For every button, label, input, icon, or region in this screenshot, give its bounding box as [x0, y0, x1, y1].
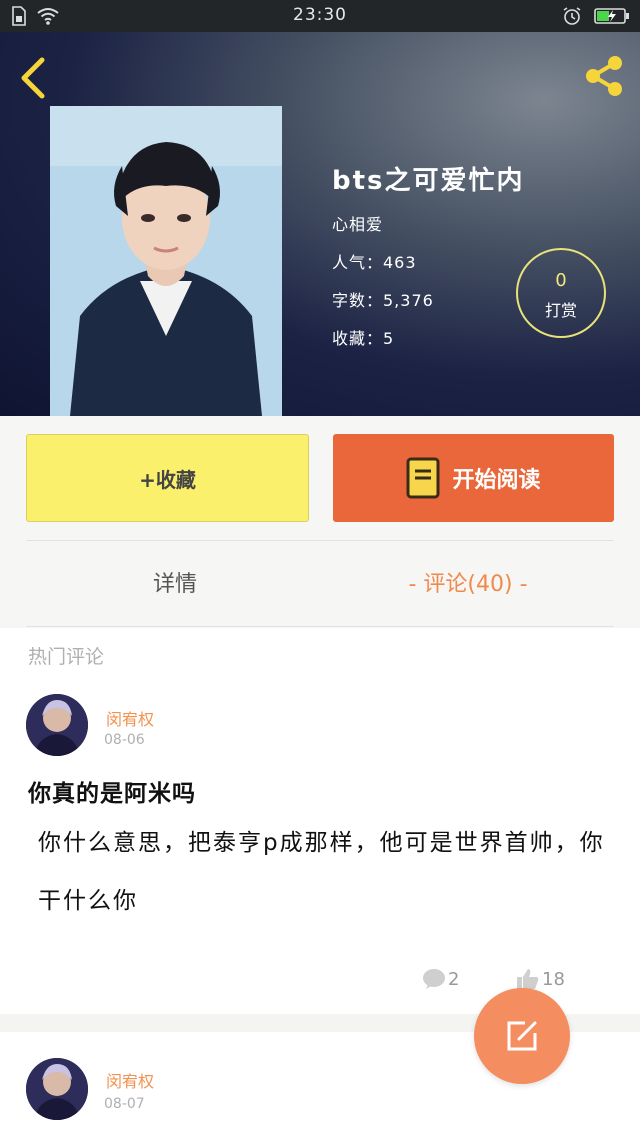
avatar[interactable]	[26, 694, 88, 756]
avatar[interactable]	[26, 1058, 88, 1120]
start-reading-button[interactable]: 开始阅读	[333, 434, 614, 522]
comment-body: 你什么意思，把泰亨p成那样，他可是世界首帅，你干什么你	[38, 830, 605, 914]
tab-comments[interactable]: - 评论(40) -	[372, 566, 564, 598]
reply-count-value: 2	[448, 968, 460, 990]
battery-charging-icon	[594, 8, 629, 24]
status-right-icons	[562, 6, 630, 26]
status-bar: 23:30	[0, 0, 640, 32]
book-favorites: 收藏：5	[332, 329, 395, 348]
comment-username[interactable]: 闵宥权	[106, 706, 154, 730]
avatar-image	[26, 1058, 88, 1120]
book-author[interactable]: 心相爱	[332, 211, 525, 235]
comment-item: 闵宥权 08-06 你真的是阿米吗 你什么意思，把泰亨p成那样，他可是世界首帅，…	[0, 690, 640, 1014]
share-icon	[586, 56, 622, 96]
start-reading-label: 开始阅读	[452, 468, 541, 493]
edit-icon	[507, 1021, 537, 1051]
share-button[interactable]	[580, 52, 628, 100]
collect-button[interactable]: +收藏	[26, 434, 309, 522]
comment-bubble-icon	[423, 969, 445, 989]
cover-portrait	[50, 106, 282, 416]
alarm-clock-icon	[563, 7, 581, 25]
comment-date: 08-06	[104, 732, 145, 748]
avatar-image	[26, 694, 88, 756]
tip-label: 打赏	[544, 301, 577, 320]
write-comment-button[interactable]	[474, 988, 570, 1084]
book-popularity: 人气：463	[332, 253, 417, 272]
tab-details[interactable]: 详情	[100, 566, 250, 598]
actions-area: +收藏 开始阅读 详情 - 评论(40) -	[0, 416, 640, 628]
book-header: bts之可爱忙内 心相爱 人气：463 字数：5,376 收藏：5 0 打赏	[0, 32, 640, 416]
reply-count[interactable]: 2	[422, 968, 459, 990]
divider	[26, 540, 614, 541]
thumbs-up-icon	[517, 969, 539, 989]
like-count-value: 18	[542, 968, 565, 990]
tip-button[interactable]: 0 打赏	[516, 248, 606, 338]
status-time: 23:30	[293, 5, 347, 25]
comment-username[interactable]: 闵宥权	[106, 1068, 154, 1092]
chevron-left-icon	[21, 57, 45, 99]
collect-button-label: +收藏	[139, 467, 196, 492]
tip-count: 0	[555, 270, 567, 291]
hot-comments-heading: 热门评论	[28, 646, 105, 668]
book-icon	[406, 457, 440, 499]
book-title: bts之可爱忙内	[332, 166, 525, 196]
comment-title: 你真的是阿米吗	[28, 781, 196, 807]
book-cover-image[interactable]	[50, 106, 282, 416]
back-button[interactable]	[14, 54, 54, 102]
comment-date: 08-07	[104, 1096, 145, 1112]
divider	[26, 626, 614, 627]
book-info: bts之可爱忙内 心相爱 人气：463 字数：5,376 收藏：5	[332, 160, 525, 363]
like-count[interactable]: 18	[516, 968, 565, 990]
book-word-count: 字数：5,376	[332, 291, 434, 310]
